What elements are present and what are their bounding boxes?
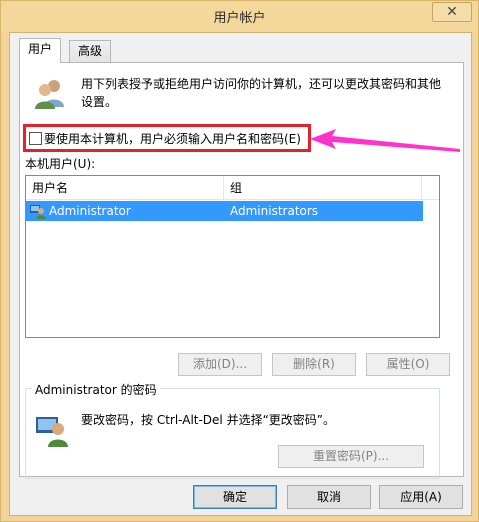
close-button[interactable]: ✕ xyxy=(432,2,472,22)
username-cell: Administrator xyxy=(30,201,131,221)
column-header-group[interactable]: 组 xyxy=(224,176,422,200)
require-password-highlight: 要使用本计算机，用户必须输入用户名和密码(E) xyxy=(23,124,311,152)
users-icon xyxy=(35,80,64,109)
annotation-arrow xyxy=(310,129,460,152)
close-icon: ✕ xyxy=(446,4,458,20)
apply-button[interactable]: 应用(A) xyxy=(379,485,463,509)
table-row[interactable]: Administrator Administrators xyxy=(26,201,423,221)
users-tab-panel: 用下列表授予或拒绝用户访问你的计算机，还可以更改其密码和其他设置。 要使用本计算… xyxy=(19,62,464,479)
properties-button[interactable]: 属性(O) xyxy=(366,353,450,376)
password-group-title: Administrator 的密码 xyxy=(32,381,160,398)
cancel-button[interactable]: 取消 xyxy=(287,485,371,509)
tab-users-label: 用户 xyxy=(28,42,53,56)
tab-advanced[interactable]: 高级 xyxy=(69,40,112,62)
local-users-label: 本机用户(U): xyxy=(25,157,96,171)
add-user-button[interactable]: 添加(D)... xyxy=(178,353,262,376)
users-list-header: 用户名 组 xyxy=(26,176,439,200)
dialog-body: 用户 高级 用下列表授予或拒绝用户访问你的计算机，还可以更改其密码和其他设置。 … xyxy=(9,32,472,516)
user-icon xyxy=(30,205,46,219)
require-password-label[interactable]: 要使用本计算机，用户必须输入用户名和密码(E) xyxy=(44,130,301,147)
username-text: Administrator xyxy=(49,204,131,218)
tab-advanced-label: 高级 xyxy=(78,44,103,58)
intro-text: 用下列表授予或拒绝用户访问你的计算机，还可以更改其密码和其他设置。 xyxy=(81,77,442,109)
users-list[interactable]: 用户名 组 Administrator Administrators xyxy=(25,175,440,338)
window-title: 用户帐户 xyxy=(213,11,266,26)
ok-button[interactable]: 确定 xyxy=(193,485,277,509)
tab-users[interactable]: 用户 xyxy=(19,38,62,63)
remove-user-button[interactable]: 删除(R) xyxy=(272,353,356,376)
title-bar[interactable]: 用户帐户 ✕ xyxy=(1,1,478,32)
password-instructions: 要改密码，按 Ctrl-Alt-Del 并选择“更改密码”。 xyxy=(81,413,336,427)
user-accounts-window: 用户帐户 ✕ 用户 高级 用下列表授予或拒绝用户访问你的计算机，还可以更改其密码… xyxy=(0,0,479,522)
reset-password-button[interactable]: 重置密码(P)... xyxy=(278,445,424,468)
password-user-icon xyxy=(36,417,68,447)
column-header-username[interactable]: 用户名 xyxy=(26,176,224,200)
group-cell: Administrators xyxy=(230,204,319,218)
require-password-checkbox[interactable] xyxy=(29,131,42,145)
password-group: Administrator 的密码 要改密码，按 Ctrl-Alt-Del 并选… xyxy=(25,381,440,479)
